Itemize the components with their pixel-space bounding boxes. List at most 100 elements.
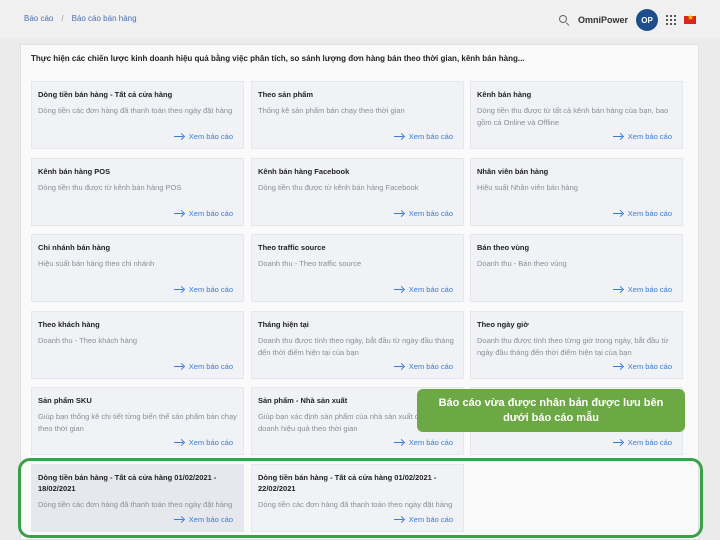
report-card[interactable]: Kênh bán hàng POS Dòng tiền thu được từ k… bbox=[31, 158, 244, 226]
report-card[interactable]: Dòng tiền bán hàng - Tất cả cửa hàng 01/… bbox=[251, 464, 464, 532]
report-card-description: Hiệu suất bán hàng theo chi nhánh bbox=[38, 259, 155, 268]
apps-grid-icon[interactable] bbox=[666, 15, 676, 25]
view-report-link[interactable]: Xem báo cáo bbox=[612, 132, 672, 141]
report-card-description: Doanh thu được tính theo từng giờ trong … bbox=[477, 336, 669, 357]
view-report-link[interactable]: Xem báo cáo bbox=[173, 362, 233, 371]
view-report-label: Xem báo cáo bbox=[408, 362, 453, 371]
arrow-right-icon bbox=[393, 210, 404, 217]
report-card-title: Theo sản phẩm bbox=[258, 90, 314, 99]
page-intro: Thực hiện các chiến lược kinh doanh hiệu… bbox=[31, 54, 525, 63]
report-card-title: Theo ngày giờ bbox=[477, 320, 529, 329]
report-card-description: Dòng tiền thu được từ tất cả kênh bán hà… bbox=[477, 106, 669, 127]
view-report-label: Xem báo cáo bbox=[408, 209, 453, 218]
report-card-description: Dòng tiền các đơn hàng đã thanh toán the… bbox=[258, 500, 453, 509]
report-card[interactable]: Theo traffic source Doanh thu - Theo traf… bbox=[251, 234, 464, 302]
report-card[interactable]: Dòng tiền bán hàng - Tất cả cửa hàng Dòng… bbox=[31, 81, 244, 149]
report-card-title: Bán theo vùng bbox=[477, 243, 530, 252]
view-report-link[interactable]: Xem báo cáo bbox=[393, 209, 453, 218]
report-card-description: Doanh thu - Theo traffic source bbox=[258, 259, 362, 268]
view-report-label: Xem báo cáo bbox=[408, 285, 453, 294]
view-report-link[interactable]: Xem báo cáo bbox=[393, 285, 453, 294]
report-card[interactable]: Theo khách hàng Doanh thu - Theo khách hà… bbox=[31, 311, 244, 379]
report-card-title: Chi nhánh bán hàng bbox=[38, 243, 111, 252]
report-card[interactable]: Kênh bán hàng Dòng tiền thu được từ tất c… bbox=[470, 81, 683, 149]
brand-name: OmniPower bbox=[577, 15, 628, 25]
view-report-link[interactable]: Xem báo cáo bbox=[173, 515, 233, 524]
view-report-link[interactable]: Xem báo cáo bbox=[173, 438, 233, 447]
arrow-right-icon bbox=[173, 439, 184, 446]
view-report-link[interactable]: Xem báo cáo bbox=[612, 362, 672, 371]
report-card-description: Dòng tiền các đơn hàng đã thanh toán the… bbox=[38, 106, 233, 115]
view-report-link[interactable]: Xem báo cáo bbox=[612, 438, 672, 447]
report-card-title: Sản phẩm SKU bbox=[38, 396, 92, 405]
breadcrumb-current[interactable]: Báo cáo bán hàng bbox=[72, 14, 137, 23]
arrow-right-icon bbox=[393, 439, 404, 446]
report-card-description: Doanh thu được tính theo ngày, bắt đầu t… bbox=[258, 336, 454, 357]
arrow-right-icon bbox=[173, 363, 184, 370]
report-card[interactable]: Nhân viên bán hàng Hiệu suất Nhân viên bá… bbox=[470, 158, 683, 226]
report-card-description: Thống kê sản phẩm bán chạy theo thời gia… bbox=[258, 106, 405, 115]
breadcrumb-root-link[interactable]: Báo cáo bbox=[24, 14, 53, 23]
view-report-label: Xem báo cáo bbox=[627, 285, 672, 294]
vietnam-flag-icon[interactable] bbox=[684, 13, 696, 24]
view-report-link[interactable]: Xem báo cáo bbox=[173, 132, 233, 141]
view-report-label: Xem báo cáo bbox=[408, 438, 453, 447]
arrow-right-icon bbox=[393, 516, 404, 523]
report-card-description: Hiệu suất Nhân viên bán hàng bbox=[477, 183, 578, 192]
arrow-right-icon bbox=[612, 363, 623, 370]
view-report-label: Xem báo cáo bbox=[627, 132, 672, 141]
breadcrumb: Báo cáo / Báo cáo bán hàng bbox=[24, 14, 137, 23]
view-report-link[interactable]: Xem báo cáo bbox=[173, 285, 233, 294]
report-card[interactable]: Kênh bán hàng Facebook Dòng tiền thu được… bbox=[251, 158, 464, 226]
view-report-label: Xem báo cáo bbox=[627, 209, 672, 218]
arrow-right-icon bbox=[173, 133, 184, 140]
breadcrumb-separator: / bbox=[61, 14, 64, 23]
report-card[interactable]: Theo ngày giờ Doanh thu được tính theo từ… bbox=[470, 311, 683, 379]
arrow-right-icon bbox=[612, 286, 623, 293]
top-bar-actions: OmniPower OP bbox=[558, 9, 696, 31]
arrow-right-icon bbox=[173, 286, 184, 293]
view-report-label: Xem báo cáo bbox=[627, 438, 672, 447]
report-card-title: Dòng tiền bán hàng - Tất cả cửa hàng 01/… bbox=[258, 473, 437, 493]
arrow-right-icon bbox=[612, 133, 623, 140]
report-card[interactable]: Bán theo vùng Doanh thu - Bán theo vùng Xe… bbox=[470, 234, 683, 302]
view-report-link[interactable]: Xem báo cáo bbox=[173, 209, 233, 218]
view-report-label: Xem báo cáo bbox=[188, 515, 233, 524]
report-card-title: Kênh bán hàng Facebook bbox=[258, 167, 350, 176]
view-report-link[interactable]: Xem báo cáo bbox=[393, 515, 453, 524]
report-card-description: Giúp bạn thống kê chi tiết từng biến thể… bbox=[38, 412, 237, 433]
search-icon[interactable] bbox=[558, 14, 570, 26]
report-card[interactable]: Dòng tiền bán hàng - Tất cả cửa hàng 01/… bbox=[31, 464, 244, 532]
view-report-label: Xem báo cáo bbox=[188, 362, 233, 371]
arrow-right-icon bbox=[393, 363, 404, 370]
view-report-link[interactable]: Xem báo cáo bbox=[393, 362, 453, 371]
view-report-label: Xem báo cáo bbox=[627, 362, 672, 371]
arrow-right-icon bbox=[393, 286, 404, 293]
view-report-link[interactable]: Xem báo cáo bbox=[612, 285, 672, 294]
report-card-title: Theo traffic source bbox=[258, 243, 326, 252]
report-card-description: Dòng tiền thu được từ kênh bán hàng Face… bbox=[258, 183, 419, 192]
report-card[interactable]: Theo sản phẩm Thống kê sản phẩm bán chạy … bbox=[251, 81, 464, 149]
arrow-right-icon bbox=[612, 439, 623, 446]
top-bar: Báo cáo / Báo cáo bán hàng OmniPower OP bbox=[0, 0, 720, 38]
view-report-label: Xem báo cáo bbox=[408, 132, 453, 141]
report-card-title: Dòng tiền bán hàng - Tất cả cửa hàng 01/… bbox=[38, 473, 217, 493]
report-card[interactable]: Tháng hiện tại Doanh thu được tính theo n… bbox=[251, 311, 464, 379]
report-card-description: Dòng tiền các đơn hàng đã thanh toán the… bbox=[38, 500, 233, 509]
report-card-description: Dòng tiền thu được từ kênh bán hàng POS bbox=[38, 183, 182, 192]
report-card-title: Kênh bán hàng POS bbox=[38, 167, 111, 176]
report-card-title: Dòng tiền bán hàng - Tất cả cửa hàng bbox=[38, 90, 173, 99]
report-card-title: Nhân viên bán hàng bbox=[477, 167, 549, 176]
view-report-label: Xem báo cáo bbox=[188, 285, 233, 294]
report-card-title: Kênh bán hàng bbox=[477, 90, 532, 99]
view-report-label: Xem báo cáo bbox=[408, 515, 453, 524]
brand-logo[interactable]: OP bbox=[636, 9, 658, 31]
report-card[interactable]: Chi nhánh bán hàng Hiệu suất bán hàng the… bbox=[31, 234, 244, 302]
report-card-description: Doanh thu - Theo khách hàng bbox=[38, 336, 138, 345]
report-card-title: Theo khách hàng bbox=[38, 320, 100, 329]
view-report-link[interactable]: Xem báo cáo bbox=[393, 438, 453, 447]
arrow-right-icon bbox=[612, 210, 623, 217]
view-report-link[interactable]: Xem báo cáo bbox=[393, 132, 453, 141]
view-report-link[interactable]: Xem báo cáo bbox=[612, 209, 672, 218]
report-card[interactable]: Sản phẩm SKU Giúp bạn thống kê chi tiết t… bbox=[31, 387, 244, 455]
